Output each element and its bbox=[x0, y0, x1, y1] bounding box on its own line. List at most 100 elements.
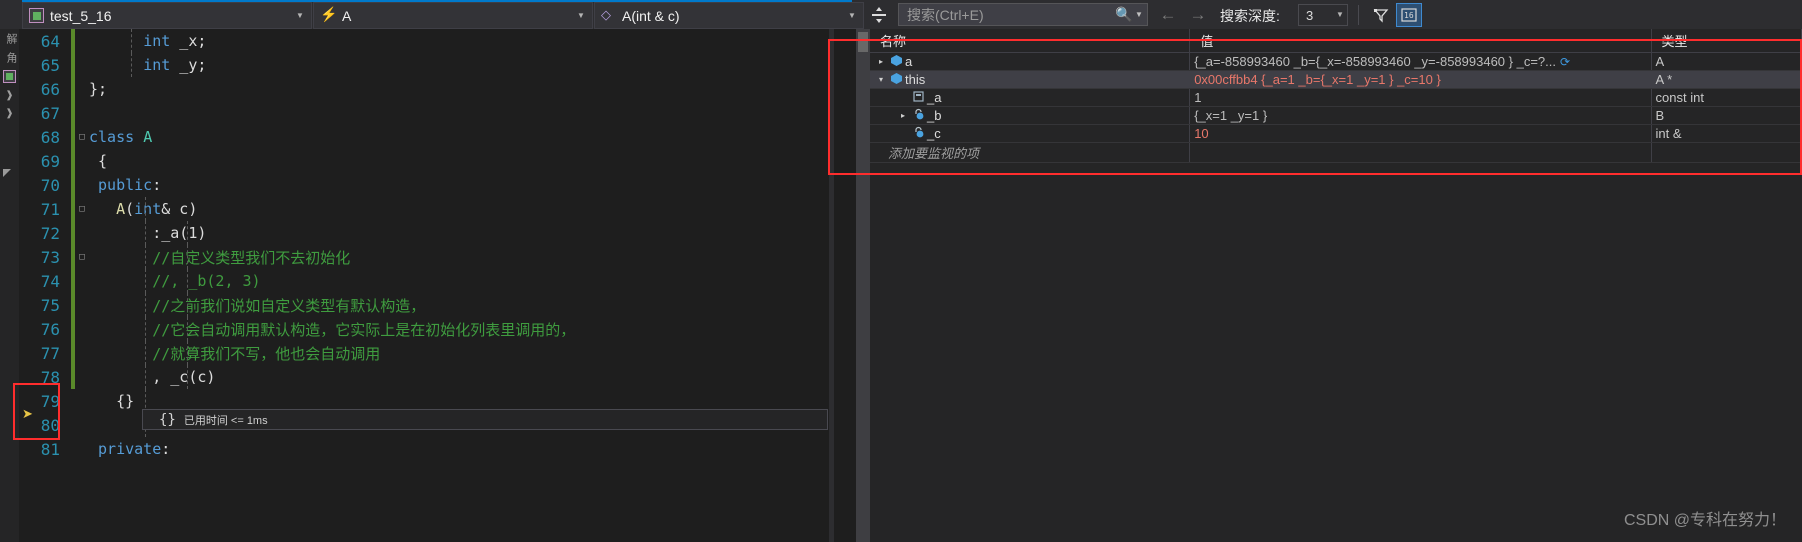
hex-display-icon[interactable]: 16 bbox=[1396, 3, 1422, 27]
change-indicator bbox=[71, 221, 75, 245]
chevron-right-icon[interactable]: ❱ bbox=[0, 86, 19, 104]
code-line[interactable]: 71 □ A(int& c) bbox=[19, 197, 834, 221]
code-editor[interactable]: 64 int _x; 65 int _y; 66}; 67 68 □ class A 69 {… bbox=[19, 29, 834, 542]
chevron-down-icon[interactable]: ▼ bbox=[1133, 10, 1145, 19]
code-line[interactable]: 70 public: bbox=[19, 173, 834, 197]
field-icon bbox=[910, 108, 927, 123]
indent-guide bbox=[187, 317, 188, 341]
indent-guide bbox=[187, 293, 188, 317]
search-depth-dropdown[interactable]: 3 ▼ bbox=[1298, 4, 1348, 26]
code-line[interactable]: 67 bbox=[19, 101, 834, 125]
code-line[interactable]: 81 private: bbox=[19, 437, 834, 461]
watch-value-cell[interactable]: 0x00cffbb4 {_a=1 _b={_x=1 _y=1 } _c=10 } bbox=[1189, 70, 1652, 89]
indent-guide bbox=[145, 365, 146, 389]
change-indicator bbox=[71, 269, 75, 293]
refresh-icon[interactable]: ⟳ bbox=[1556, 55, 1570, 69]
elapsed-time-tooltip: {} 已用时间 <= 1ms bbox=[142, 409, 828, 430]
search-depth-label: 搜索深度: bbox=[1220, 8, 1280, 24]
indent-guide bbox=[145, 245, 146, 269]
add-watch-row[interactable]: 添加要监视的项 bbox=[870, 142, 1802, 163]
elapsed-time-text: 已用时间 <= 1ms bbox=[183, 414, 268, 427]
watch-variable-type: int & bbox=[1655, 125, 1682, 141]
field-icon bbox=[910, 126, 927, 141]
watch-row[interactable]: ▾ this 0x00cffbb4 {_a=1 _b={_x=1 _y=1 } _c… bbox=[870, 70, 1802, 89]
code-text: , _c(c) bbox=[89, 368, 216, 386]
toolbar-divider bbox=[1358, 5, 1359, 25]
code-line[interactable]: 78 , _c(c) bbox=[19, 365, 834, 389]
column-header-value[interactable]: 值 bbox=[1189, 29, 1652, 53]
expand-triangle-icon[interactable]: ▸ bbox=[874, 57, 888, 66]
watch-row[interactable]: _a 1 const int bbox=[870, 88, 1802, 107]
code-line[interactable]: 66}; bbox=[19, 77, 834, 101]
code-line[interactable]: 76 //它会自动调用默认构造，它实际上是在初始化列表里调用的， bbox=[19, 317, 834, 341]
change-indicator bbox=[71, 53, 75, 77]
function-dropdown[interactable]: A(int & c) ▼ bbox=[594, 2, 864, 29]
fold-toggle-icon[interactable]: □ bbox=[75, 197, 89, 221]
chevron-right-icon[interactable]: ❱ bbox=[0, 104, 19, 122]
fold-toggle-icon[interactable]: □ bbox=[75, 125, 89, 149]
indent-guide bbox=[145, 317, 146, 341]
code-text: public: bbox=[98, 176, 162, 194]
object-value-icon bbox=[888, 54, 905, 69]
change-indicator bbox=[71, 389, 75, 413]
collapse-triangle-icon[interactable]: ▾ bbox=[874, 75, 888, 84]
code-line[interactable]: 74 //, _b(2, 3) bbox=[19, 269, 834, 293]
watch-name-cell[interactable]: _c bbox=[870, 124, 1191, 143]
watch-value-cell[interactable]: 1 bbox=[1189, 88, 1652, 107]
toolbox-tab[interactable]: 角 bbox=[0, 48, 19, 67]
search-box[interactable]: 搜索(Ctrl+E) 🔍 ▼ bbox=[898, 3, 1148, 26]
class-dropdown[interactable]: A ▼ bbox=[313, 2, 593, 29]
project-dropdown[interactable]: test_5_16 ▼ bbox=[22, 2, 312, 29]
indent-guide bbox=[131, 29, 132, 53]
watch-name-cell[interactable]: _a bbox=[870, 88, 1191, 107]
solution-explorer-tab[interactable]: 解 bbox=[0, 29, 19, 48]
filter-icon[interactable] bbox=[1368, 3, 1394, 27]
change-indicator bbox=[71, 77, 75, 101]
code-line[interactable]: 65 int _y; bbox=[19, 53, 834, 77]
current-statement-arrow-icon: ➤ bbox=[22, 406, 33, 421]
pane-splitter[interactable]: ▲ bbox=[834, 29, 1684, 542]
watch-scrollbar[interactable] bbox=[856, 29, 870, 542]
watch-value-cell[interactable]: {_a=-858993460 _b={_x=-858993460 _y=-858… bbox=[1189, 52, 1652, 71]
function-label: A(int & c) bbox=[622, 7, 680, 24]
code-text: }; bbox=[89, 80, 108, 98]
code-line[interactable]: 75 //之前我们说如自定义类型有默认构造， bbox=[19, 293, 834, 317]
watch-name-cell[interactable]: ▸ a bbox=[870, 52, 1191, 71]
watch-row[interactable]: ▸ a {_a=-858993460 _b={_x=-858993460 _y=-8… bbox=[870, 52, 1802, 71]
watch-name-cell[interactable]: ▸ _b bbox=[870, 106, 1191, 125]
split-window-icon[interactable] bbox=[866, 1, 892, 28]
watch-row[interactable]: ▸ _b {_x=1 _y=1 } B bbox=[870, 106, 1802, 125]
code-line[interactable]: 77 //就算我们不写，他也会自动调用 bbox=[19, 341, 834, 365]
code-line[interactable]: 68 □ class A bbox=[19, 125, 834, 149]
chevron-down-icon: ▼ bbox=[848, 10, 856, 20]
watch-table: 名称 值 类型 ▸ a {_a=-858993460 _b={_x=-8589934… bbox=[870, 29, 1802, 163]
code-line[interactable]: 64 int _x; bbox=[19, 29, 834, 53]
column-header-type[interactable]: 类型 bbox=[1651, 29, 1802, 53]
watch-type-cell: B bbox=[1651, 106, 1802, 125]
arrow-right-icon[interactable]: → bbox=[1185, 4, 1211, 26]
svg-text:16: 16 bbox=[1404, 11, 1414, 20]
watch-scrollbar-thumb[interactable] bbox=[858, 32, 868, 52]
breakpoint-highlight-box bbox=[13, 383, 60, 440]
column-header-name[interactable]: 名称 bbox=[870, 29, 1191, 53]
code-line[interactable]: 69 { bbox=[19, 149, 834, 173]
fold-toggle-icon[interactable]: □ bbox=[75, 245, 89, 269]
magnifier-icon[interactable]: 🔍 bbox=[1115, 6, 1133, 23]
watch-value-cell[interactable]: {_x=1 _y=1 } bbox=[1189, 106, 1652, 125]
search-input[interactable]: 搜索(Ctrl+E) bbox=[907, 5, 1115, 25]
watch-variable-name: _a bbox=[927, 89, 942, 105]
triangle-icon[interactable] bbox=[3, 169, 11, 177]
indent-guide bbox=[145, 341, 146, 365]
project-box-icon[interactable] bbox=[3, 70, 16, 83]
watch-name-cell[interactable]: ▾ this bbox=[870, 70, 1191, 89]
watch-row[interactable]: _c 10 int & bbox=[870, 124, 1802, 143]
watch-value-cell[interactable]: 10 bbox=[1189, 124, 1652, 143]
code-line[interactable]: 72 :_a(1) bbox=[19, 221, 834, 245]
change-indicator bbox=[71, 101, 75, 125]
code-line[interactable]: 73 □ //自定义类型我们不去初始化 bbox=[19, 245, 834, 269]
arrow-left-icon[interactable]: ← bbox=[1155, 4, 1181, 26]
change-indicator bbox=[71, 437, 75, 461]
change-indicator bbox=[71, 29, 75, 53]
expand-triangle-icon[interactable]: ▸ bbox=[896, 111, 910, 120]
add-watch-input[interactable]: 添加要监视的项 bbox=[870, 142, 1191, 163]
